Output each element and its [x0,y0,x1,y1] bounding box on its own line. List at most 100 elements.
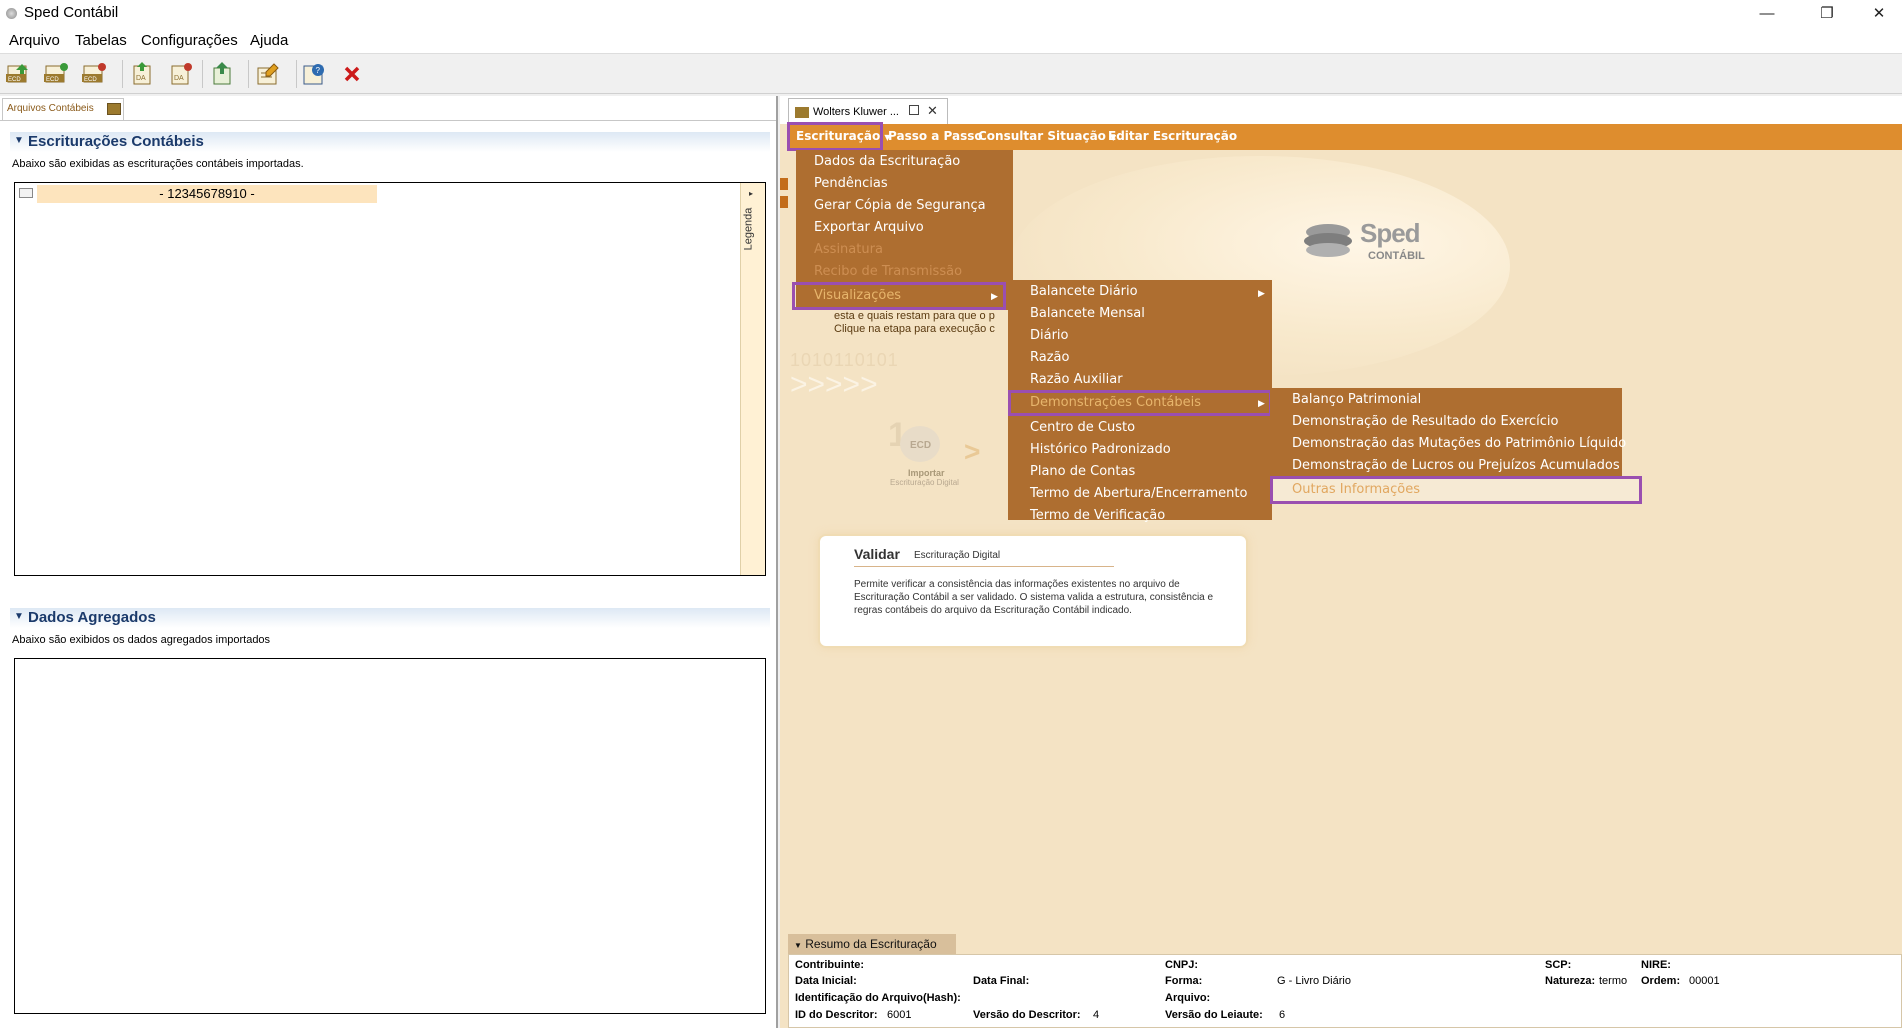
svg-text:ECD: ECD [8,77,21,83]
menu-configuracoes[interactable]: Configurações [141,32,238,49]
menu-diario[interactable]: Diário [1030,328,1069,343]
toolbar-separator [202,60,203,88]
toolbar-separator [248,60,249,88]
escrituracoes-list[interactable]: - 12345678910 - ▸ Legenda [14,182,766,576]
validar-title: Validar [854,546,900,562]
menu-escrituracao-label: Escrituração [796,129,881,143]
validar-card[interactable]: Validar Escrituração Digital Permite ver… [818,534,1248,648]
section-subtitle: Abaixo são exibidas as escriturações con… [12,158,304,170]
menu-visualizacoes-label: Visualizações [814,288,902,303]
svg-text:DA: DA [136,75,146,82]
menu-balancete-mensal[interactable]: Balancete Mensal [1030,306,1145,321]
step-arrow-icon: > [964,436,981,467]
expand-right-icon[interactable] [780,196,788,208]
label-cnpj: CNPJ: [1165,959,1199,971]
menu-editar-escrituracao[interactable]: Editar Escrituração [1108,129,1237,143]
label-ordem: Ordem: [1641,975,1681,987]
importar-label: Importar [908,468,945,478]
menu-ajuda[interactable]: Ajuda [250,32,288,49]
menu-dre[interactable]: Demonstração de Resultado do Exercício [1292,414,1558,429]
menu-dmpl[interactable]: Demonstração das Mutações do Patrimônio … [1292,436,1626,451]
collapse-left-icon[interactable] [780,178,788,190]
label-arquivo: Arquivo: [1165,992,1211,1004]
folder-icon [19,188,33,198]
close-window-button[interactable]: ✕ [1856,0,1902,28]
ecd-step-label: ECD [910,440,932,451]
edit-icon[interactable] [254,60,282,88]
close-tab-icon[interactable]: ✕ [927,103,938,119]
tab-label: Wolters Kluwer ... [813,106,899,118]
menu-razao-auxiliar[interactable]: Razão Auxiliar [1030,372,1123,387]
import-ecd3-icon[interactable]: ECD [80,60,108,88]
value-id-descritor: 6001 [887,1009,912,1021]
tab-arquivos-contabeis[interactable]: Arquivos Contábeis [2,98,124,120]
left-panel: Arquivos Contábeis ▼ Escriturações Contá… [0,96,778,1028]
menu-tabelas[interactable]: Tabelas [75,32,127,49]
tab-label: Arquivos Contábeis [7,103,94,114]
import-dados-agregados2-icon[interactable]: DA [166,60,194,88]
resumo-tab-label: Resumo da Escrituração [805,937,937,951]
menu-razao[interactable]: Razão [1030,350,1069,365]
menu-visualizacoes[interactable]: Visualizações ▶ [792,282,1006,310]
resumo-tab[interactable]: ▼ Resumo da Escrituração [788,934,956,954]
validar-divider [854,566,1114,567]
menu-balancete-diario[interactable]: Balancete Diário [1030,284,1138,299]
import-ecd-icon[interactable]: ECD [4,60,32,88]
export-icon[interactable] [208,60,236,88]
ecd-tab-icon [795,107,809,118]
value-forma: G - Livro Diário [1277,975,1351,987]
svg-text:?: ? [316,66,321,75]
agregados-header[interactable]: ▼ Dados Agregados [10,608,770,628]
importar-step[interactable]: 1 ECD Importar Escrituração Digital > [880,416,980,506]
menu-pendencias[interactable]: Pendências [814,176,888,191]
menu-historico-padronizado[interactable]: Histórico Padronizado [1030,442,1171,457]
svg-text:DA: DA [174,75,184,82]
menu-consultar-situacao[interactable]: Consultar Situação ▼ [978,129,1116,143]
label-nire: NIRE: [1641,959,1671,971]
value-versao-descritor: 4 [1093,1009,1100,1021]
menu-gerar-copia[interactable]: Gerar Cópia de Segurança [814,198,986,213]
agregados-list[interactable] [14,658,766,1014]
value-ordem: 00001 [1689,975,1720,987]
menu-dados-escrituracao[interactable]: Dados da Escrituração [814,154,960,169]
legenda-sidebar[interactable]: ▸ Legenda [740,183,765,575]
visualizacoes-submenu: Balancete Diário ▶ Balancete Mensal Diár… [1008,280,1272,523]
tab-wolters-kluwer[interactable]: Wolters Kluwer ... ✕ [788,98,948,124]
menu-demonstracoes-contabeis[interactable]: Demonstrações Contábeis ▶ [1008,390,1272,416]
menu-passo-a-passo[interactable]: Passo a Passo [888,129,983,143]
section-subtitle: Abaixo são exibidos os dados agregados i… [12,634,271,646]
menu-escrituracao[interactable]: Escrituração ▼ [796,129,891,143]
menu-consultar-label: Consultar Situação [978,129,1106,143]
import-ecd2-icon[interactable]: ECD [42,60,70,88]
menu-plano-contas[interactable]: Plano de Contas [1030,464,1135,479]
legenda-label: Legenda [742,207,755,251]
sped-logo: Sped CONTÁBIL [1300,214,1440,274]
bg-chevrons: >>>>> [790,368,878,401]
close-red-icon[interactable] [338,60,366,88]
title-bar: Sped Contábil — ❐ ✕ [0,0,1902,28]
escrituracoes-header[interactable]: ▼ Escriturações Contábeis [10,132,770,152]
bg-text-1: esta e quais restam para que o p [834,310,995,322]
menu-outras-informacoes[interactable]: Outras Informações [1270,476,1642,504]
menu-recibo-transmissao: Recibo de Transmissão [814,264,963,279]
collapse-icon[interactable]: ▼ [14,611,24,622]
help-icon[interactable]: ? [300,60,328,88]
submenu-arrow-icon: ▶ [991,291,998,301]
minimize-button[interactable]: — [1744,0,1790,28]
label-id-descritor: ID do Descritor: [795,1009,878,1021]
menu-dlpa[interactable]: Demonstração de Lucros ou Prejuízos Acum… [1292,458,1620,473]
app-icon [6,8,17,19]
submenu-arrow-icon: ▶ [1258,288,1265,298]
tree-item[interactable]: - 12345678910 - [17,185,377,203]
label-scp: SCP: [1545,959,1572,971]
collapse-icon[interactable]: ▼ [14,135,24,146]
menu-termo-abertura[interactable]: Termo de Abertura/Encerramento [1030,486,1247,501]
import-dados-agregados-icon[interactable]: DA [128,60,156,88]
menu-exportar-arquivo[interactable]: Exportar Arquivo [814,220,924,235]
maximize-button[interactable]: ❐ [1804,0,1850,28]
menu-balanco-patrimonial[interactable]: Balanço Patrimonial [1292,392,1421,407]
ecd-tab-icon [107,103,121,115]
maximize-tab-icon[interactable] [909,105,919,115]
menu-arquivo[interactable]: Arquivo [9,32,60,49]
menu-centro-custo[interactable]: Centro de Custo [1030,420,1135,435]
